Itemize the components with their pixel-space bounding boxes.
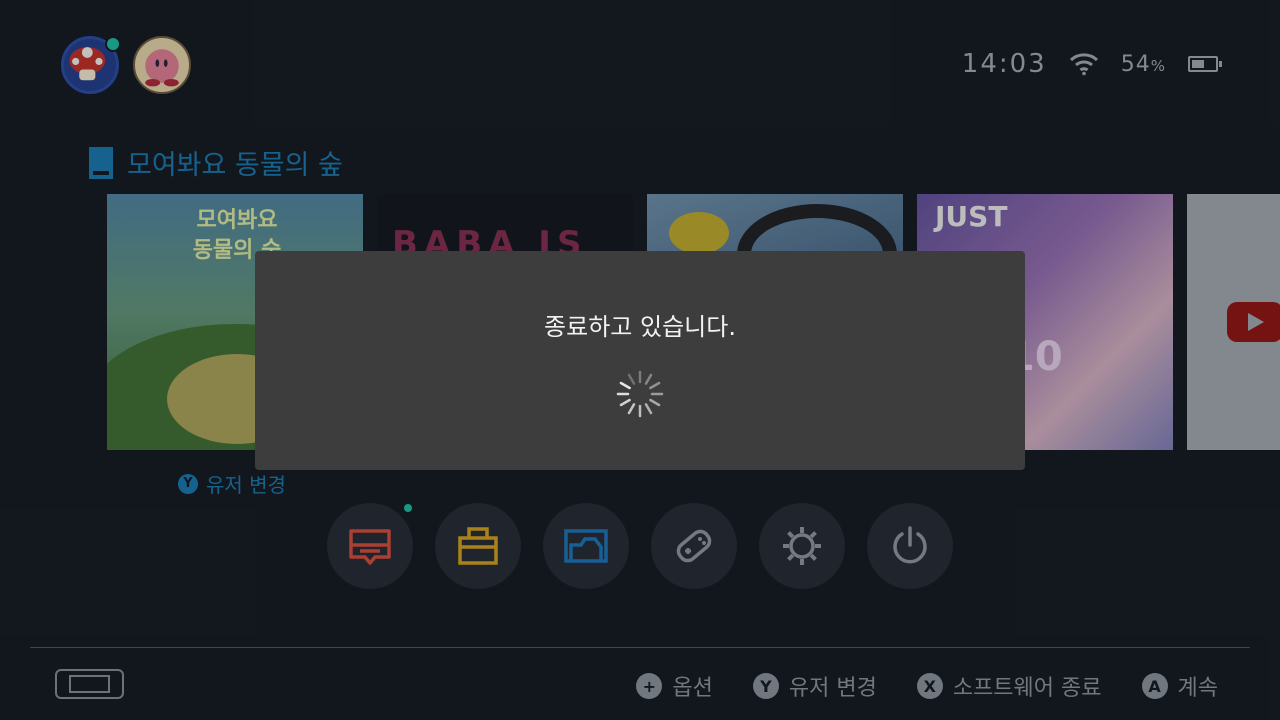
spinner-tick: [619, 398, 631, 407]
spinner-tick: [649, 398, 661, 407]
spinner-tick: [627, 373, 636, 385]
spinner-tick: [619, 381, 631, 390]
closing-dialog: 종료하고 있습니다.: [255, 251, 1025, 470]
loading-spinner-icon: [616, 370, 664, 418]
dialog-message: 종료하고 있습니다.: [544, 313, 736, 341]
spinner-tick: [644, 403, 653, 415]
spinner-tick: [644, 373, 653, 385]
spinner-tick: [627, 403, 636, 415]
spinner-tick: [649, 381, 661, 390]
